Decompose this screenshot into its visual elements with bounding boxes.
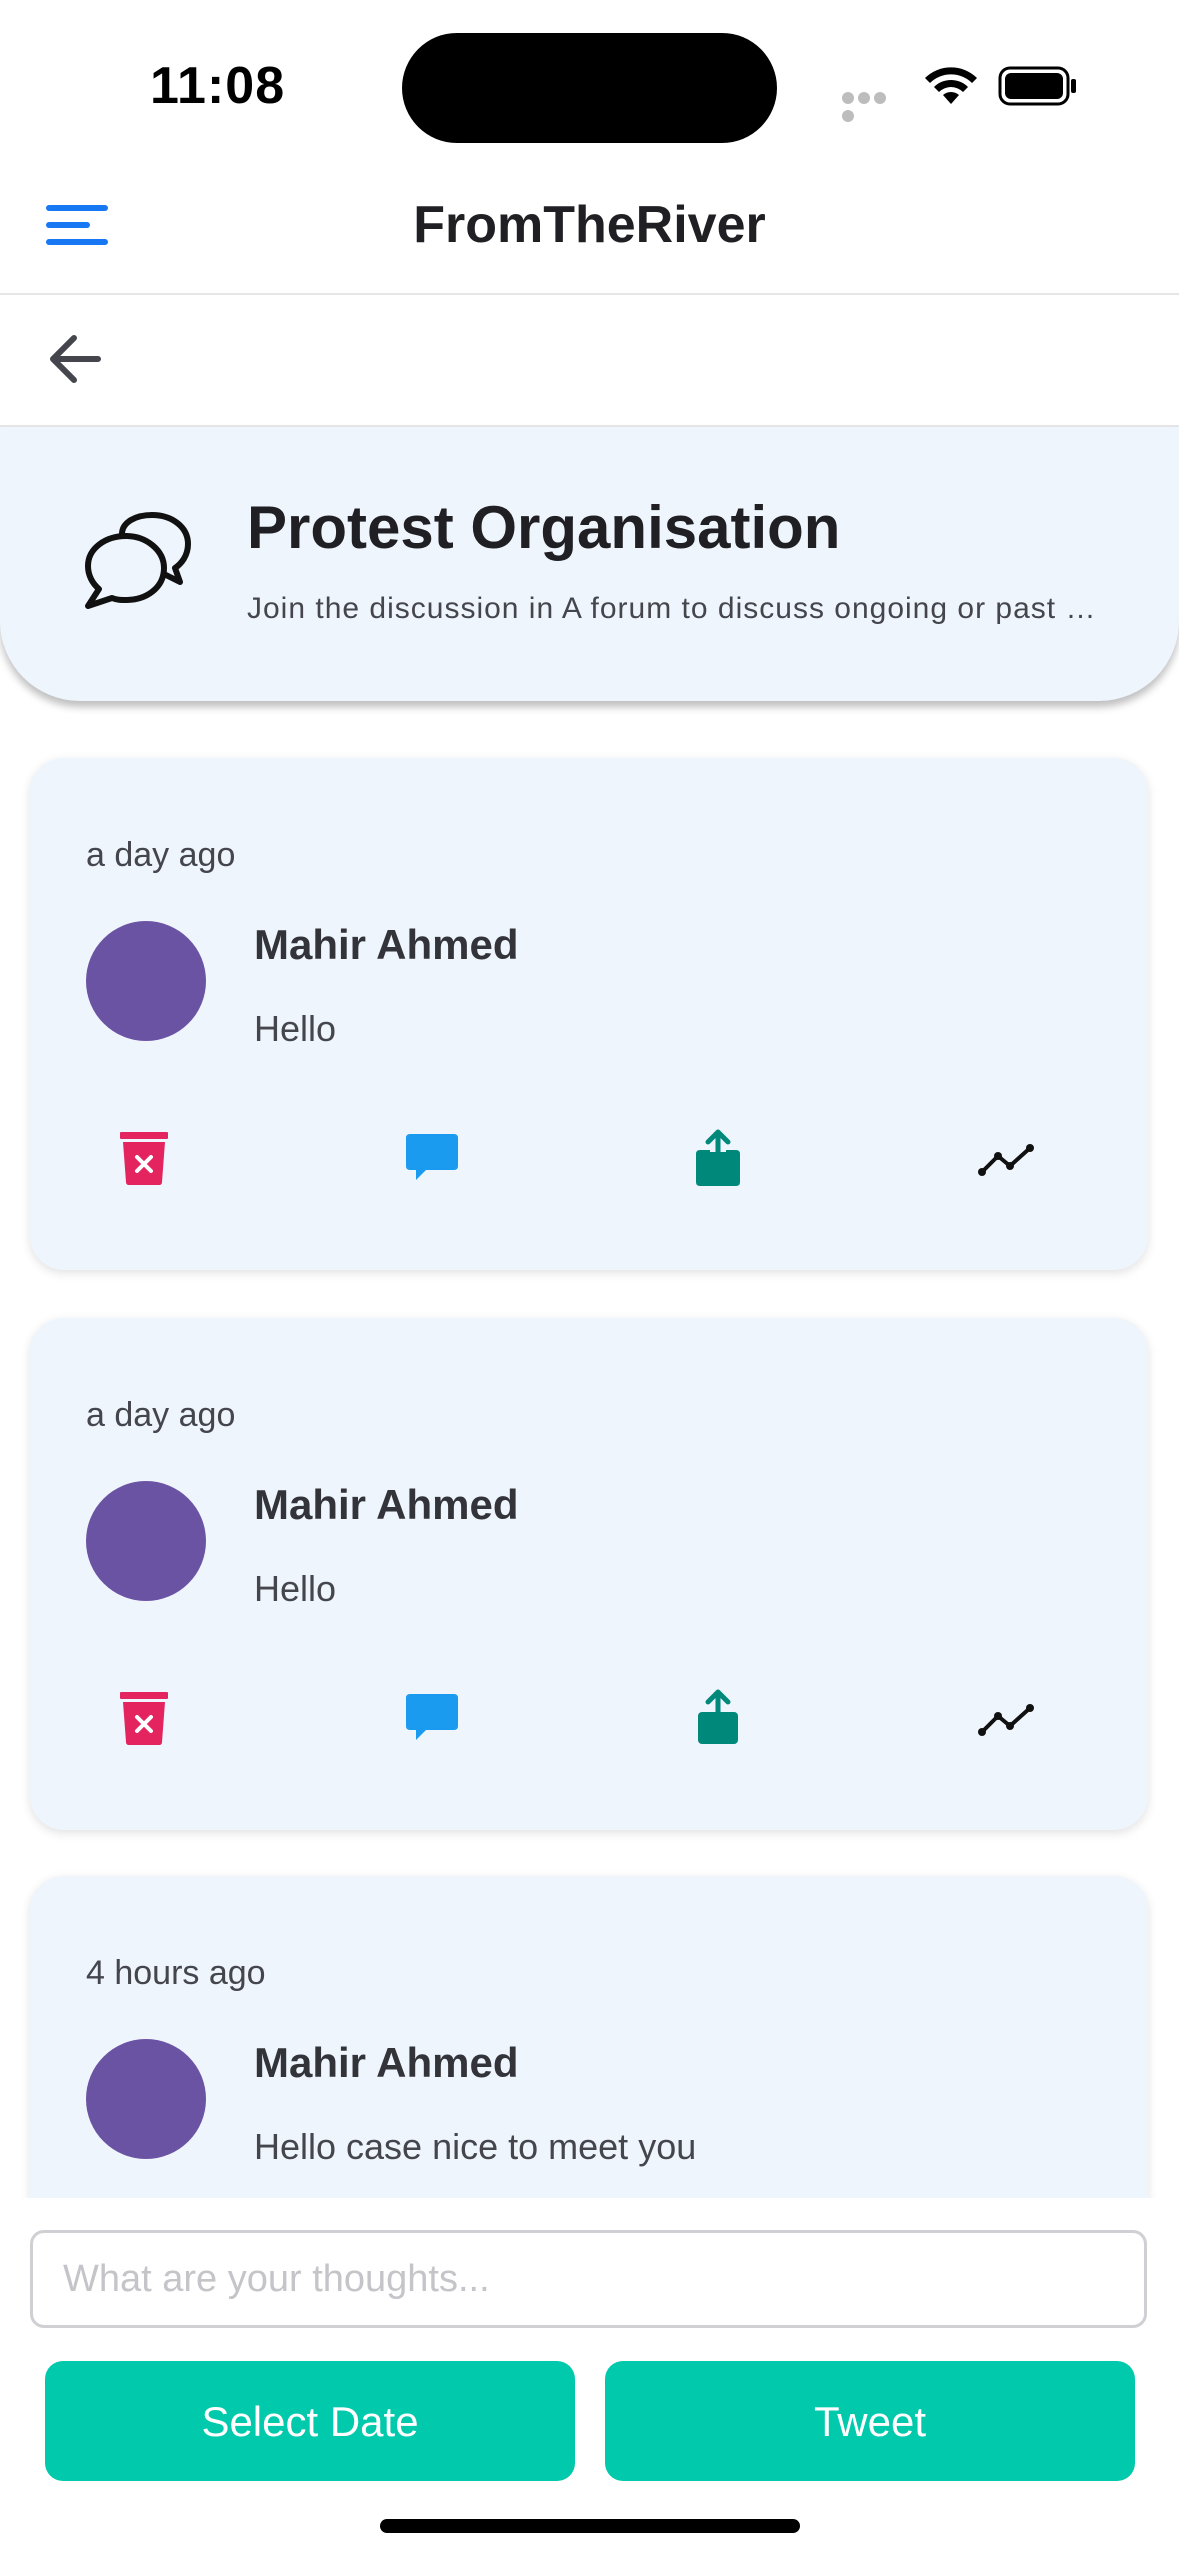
post-card: a day ago Mahir Ahmed Hello [30,1318,1148,1830]
battery-icon [998,66,1076,106]
wifi-icon [925,67,977,104]
tweet-button[interactable]: Tweet [605,2361,1135,2481]
delete-icon[interactable] [114,1128,174,1188]
forum-description: Join the discussion in A forum to discus… [247,592,1097,625]
post-author: Mahir Ahmed [254,2039,519,2086]
app-title: FromTheRiver [413,196,766,254]
avatar[interactable] [86,2039,206,2159]
post-message: Hello case nice to meet you [254,2126,697,2167]
signal-icon [842,91,904,122]
post-author: Mahir Ahmed [254,1481,519,1528]
share-icon[interactable] [688,1128,748,1188]
delete-icon[interactable] [114,1688,174,1748]
comment-icon[interactable] [402,1688,462,1748]
appbar-divider [0,293,1179,295]
avatar[interactable] [86,1481,206,1601]
forum-title: Protest Organisation [247,494,841,561]
post-timestamp: a day ago [86,836,236,874]
comment-icon[interactable] [402,1128,462,1188]
post-list[interactable]: a day ago Mahir Ahmed Hello a day ago Ma… [0,740,1179,2198]
home-indicator[interactable] [380,2519,800,2533]
status-time: 11:08 [150,57,286,115]
thoughts-input[interactable] [30,2230,1147,2328]
share-icon[interactable] [688,1688,748,1748]
post-card: 4 hours ago Mahir Ahmed Hello case nice … [30,1876,1148,2198]
back-arrow-icon[interactable] [46,332,104,386]
stats-icon[interactable] [976,1128,1036,1188]
select-date-button[interactable]: Select Date [45,2361,575,2481]
post-author: Mahir Ahmed [254,921,519,968]
post-card: a day ago Mahir Ahmed Hello [30,758,1148,1270]
dynamic-island [402,33,777,143]
chat-bubbles-icon [85,512,191,609]
post-message: Hello [254,1008,337,1049]
post-timestamp: 4 hours ago [86,1954,266,1992]
stats-icon[interactable] [976,1688,1036,1748]
avatar[interactable] [86,921,206,1041]
post-message: Hello [254,1568,337,1609]
post-timestamp: a day ago [86,1396,236,1434]
